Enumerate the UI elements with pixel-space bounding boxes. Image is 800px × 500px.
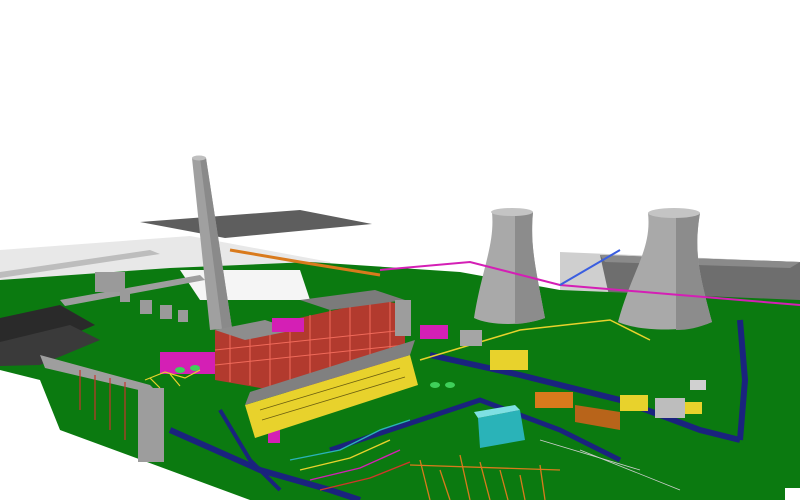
3d-model-viewport[interactable] — [0, 0, 800, 500]
cooling-tower-1-top — [491, 208, 533, 216]
plant-3d-model — [0, 155, 800, 500]
overhead-plate — [140, 210, 372, 238]
chimney-top — [192, 155, 206, 161]
corner-marker — [785, 488, 800, 500]
yellow-building-2 — [620, 395, 648, 411]
yellow-building-1 — [490, 350, 528, 370]
grey-block-tank — [460, 330, 482, 346]
open-pad — [180, 270, 310, 300]
cooling-tower-1-shade — [515, 212, 545, 324]
grey-block-center — [395, 300, 411, 336]
orange-building-1 — [535, 392, 573, 408]
transfer-tower — [138, 388, 164, 462]
cooling-tower-2-top — [648, 208, 700, 218]
grey-building-far — [690, 380, 706, 390]
grey-building-right — [655, 398, 685, 418]
